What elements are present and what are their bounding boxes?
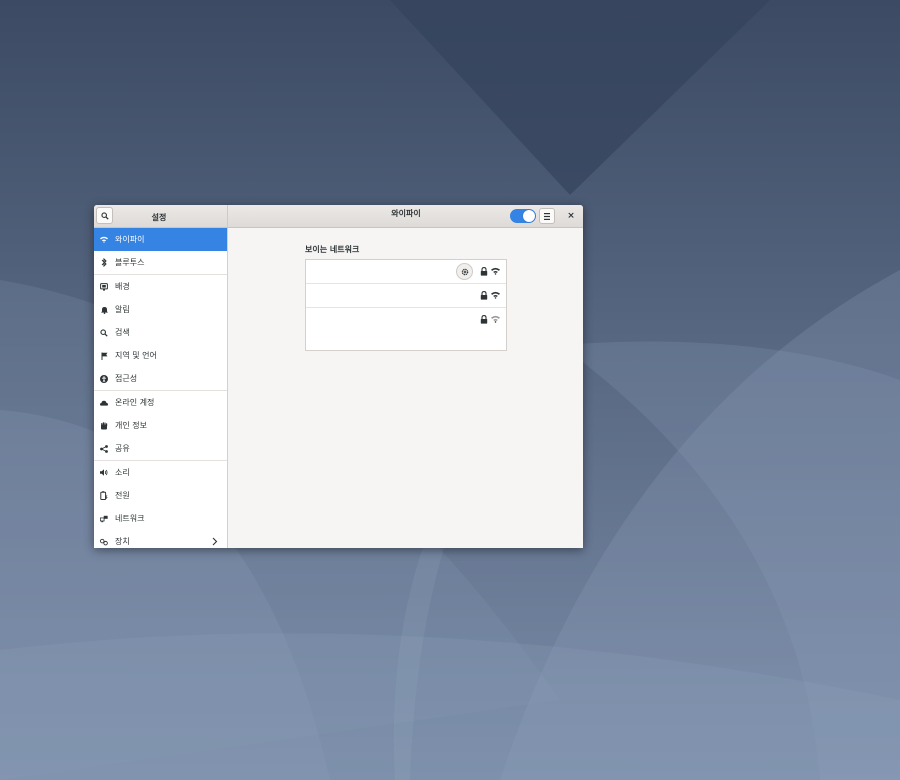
network-icon xyxy=(100,515,108,523)
search-button[interactable] xyxy=(96,207,113,224)
sidebar-item-label: 접근성 xyxy=(115,374,138,383)
bell-icon xyxy=(100,306,108,314)
network-row[interactable] xyxy=(306,308,506,331)
page-title: 와이파이 xyxy=(391,209,421,218)
sidebar-item-accessibility[interactable]: 접근성 xyxy=(94,367,227,390)
sidebar-item-notifications[interactable]: 알림 xyxy=(94,298,227,321)
sidebar-item-label: 공유 xyxy=(115,444,130,453)
sidebar-title: 설정 xyxy=(151,213,167,222)
lock-icon xyxy=(480,315,488,324)
wifi-panel: 보이는 네트워크 xyxy=(228,228,583,548)
sidebar-item-wifi[interactable]: 와이파이 xyxy=(94,228,227,251)
sidebar-item-label: 소리 xyxy=(115,468,130,477)
accessibility-icon xyxy=(100,374,108,383)
sidebar-item-label: 네트워크 xyxy=(115,514,145,523)
sidebar-item-label: 배경 xyxy=(115,282,130,291)
sidebar-item-search[interactable]: 검색 xyxy=(94,321,227,344)
search-icon xyxy=(100,211,109,220)
sidebar-item-label: 온라인 계정 xyxy=(115,398,155,407)
network-settings-button[interactable] xyxy=(456,263,473,280)
sidebar-item-sound[interactable]: 소리 xyxy=(94,461,227,484)
flag-icon xyxy=(100,352,108,360)
sidebar-header: 설정 xyxy=(94,205,228,227)
sidebar-item-label: 지역 및 언어 xyxy=(115,351,157,360)
header-bar: 설정 와이파이 × xyxy=(94,205,583,228)
wifi-signal-weak-icon xyxy=(491,315,500,323)
menu-button[interactable] xyxy=(539,208,555,224)
lock-icon xyxy=(480,267,488,276)
wifi-icon xyxy=(100,236,108,244)
sidebar-item-label: 알림 xyxy=(115,305,130,314)
sidebar-item-power[interactable]: 전원 xyxy=(94,484,227,507)
sidebar-item-background[interactable]: 배경 xyxy=(94,275,227,298)
settings-window: 설정 와이파이 × 와이파이 블루투스 배경 알림 검색 지역 및 언어 접근성… xyxy=(94,205,583,548)
close-button[interactable]: × xyxy=(563,208,579,224)
visible-networks-title: 보이는 네트워크 xyxy=(305,245,360,254)
sidebar-item-bluetooth[interactable]: 블루투스 xyxy=(94,251,227,274)
sidebar-item-label: 검색 xyxy=(115,328,130,337)
bluetooth-icon xyxy=(100,258,108,267)
sidebar-item-region-language[interactable]: 지역 및 언어 xyxy=(94,344,227,367)
devices-icon xyxy=(100,538,108,546)
sidebar-item-online-accounts[interactable]: 온라인 계정 xyxy=(94,391,227,414)
sidebar-item-devices[interactable]: 장치 xyxy=(94,530,227,548)
background-icon xyxy=(100,282,108,291)
wifi-signal-strong-icon xyxy=(491,291,500,299)
network-row[interactable] xyxy=(306,284,506,308)
sidebar-item-label: 장치 xyxy=(115,537,130,546)
toggle-knob xyxy=(523,210,535,222)
wifi-signal-strong-icon xyxy=(491,267,500,275)
sidebar-item-privacy[interactable]: 개인 정보 xyxy=(94,414,227,437)
sidebar-item-label: 개인 정보 xyxy=(115,421,147,430)
lock-icon xyxy=(480,291,488,300)
network-row[interactable] xyxy=(306,260,506,284)
sidebar-item-sharing[interactable]: 공유 xyxy=(94,437,227,460)
sidebar-item-label: 블루투스 xyxy=(115,258,145,267)
sidebar-item-label: 전원 xyxy=(115,491,130,500)
cloud-icon xyxy=(100,399,108,407)
speaker-icon xyxy=(100,469,108,477)
share-icon xyxy=(100,444,108,453)
network-list xyxy=(305,259,507,351)
sidebar-item-label: 와이파이 xyxy=(115,235,145,244)
sidebar-item-network[interactable]: 네트워크 xyxy=(94,507,227,530)
search-icon xyxy=(100,328,108,337)
chevron-right-icon xyxy=(212,537,218,546)
gear-icon xyxy=(461,268,468,275)
battery-icon xyxy=(100,491,108,500)
hand-icon xyxy=(100,421,108,430)
sidebar: 와이파이 블루투스 배경 알림 검색 지역 및 언어 접근성 온라인 계정 개인… xyxy=(94,228,228,548)
wifi-toggle[interactable] xyxy=(510,209,536,223)
hamburger-icon xyxy=(544,212,550,220)
